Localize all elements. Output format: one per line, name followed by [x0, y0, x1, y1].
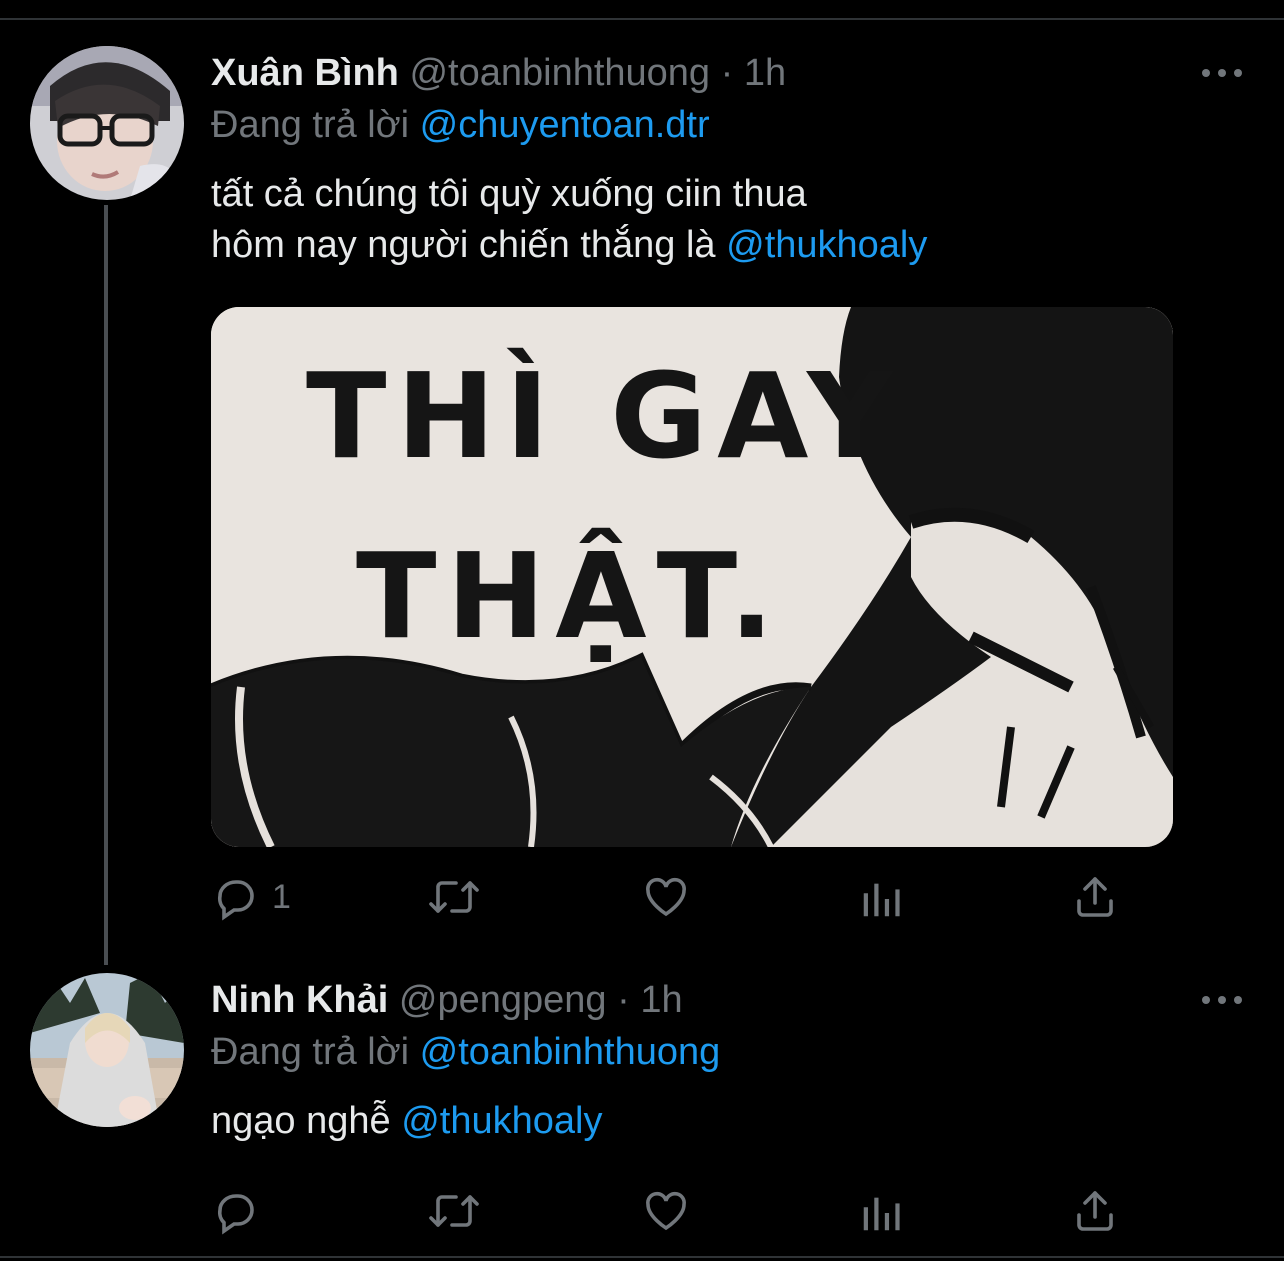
reply-icon	[217, 1194, 254, 1235]
reply-count: 1	[272, 877, 291, 916]
analytics-button[interactable]	[858, 1188, 904, 1238]
display-name[interactable]: Ninh Khải	[211, 979, 388, 1021]
like-button[interactable]	[641, 1186, 691, 1236]
share-button[interactable]	[1071, 872, 1119, 922]
share-icon	[1077, 877, 1113, 917]
media-caption-line-1: THÌ GAY	[306, 347, 903, 485]
mention-link[interactable]: @thukhoaly	[726, 224, 927, 266]
separator: ·	[617, 979, 630, 1021]
top-divider	[0, 18, 1284, 20]
tweet-header: Xuân Bình @toanbinhthuong · 1h	[211, 50, 786, 96]
tweet-text-segment: hôm nay người chiến thắng là	[211, 224, 716, 266]
more-icon[interactable]	[1202, 66, 1242, 80]
retweet-icon	[429, 881, 479, 913]
tweet-media-image[interactable]: THÌ GAY THẬT.	[211, 307, 1173, 847]
tweet-text-line-2: hôm nay người chiến thắng là @thukhoaly	[211, 218, 927, 272]
replying-mention-link[interactable]: @chuyentoan.dtr	[420, 104, 710, 146]
avatar[interactable]	[30, 46, 184, 200]
media-caption-line-2: THẬT.	[356, 527, 784, 665]
analytics-button[interactable]	[858, 874, 904, 924]
like-icon	[646, 877, 686, 917]
timestamp[interactable]: 1h	[744, 52, 786, 94]
reply-icon	[217, 880, 254, 921]
reply-button[interactable]	[212, 1186, 272, 1236]
share-icon	[1077, 1191, 1113, 1231]
retweet-button[interactable]	[426, 1186, 482, 1236]
like-icon	[646, 1191, 686, 1231]
mention-link[interactable]: @thukhoaly	[401, 1100, 602, 1142]
tweet-text-segment: ngạo nghễ	[211, 1100, 391, 1142]
replying-to: Đang trả lời @toanbinhthuong	[211, 1029, 720, 1075]
analytics-icon	[863, 883, 900, 917]
replying-to: Đang trả lời @chuyentoan.dtr	[211, 102, 710, 148]
tweet-text-line-1: tất cả chúng tôi quỳ xuống ciin thua	[211, 173, 807, 215]
timestamp[interactable]: 1h	[640, 979, 682, 1021]
user-handle[interactable]: @toanbinhthuong	[409, 52, 710, 94]
reply-button[interactable]: 1	[212, 872, 291, 922]
replying-mention-link[interactable]: @toanbinhthuong	[420, 1031, 721, 1073]
replying-prefix: Đang trả lời	[211, 1031, 410, 1073]
separator: ·	[720, 52, 734, 94]
bottom-divider	[0, 1256, 1284, 1258]
analytics-icon	[863, 1197, 900, 1231]
avatar[interactable]	[30, 973, 184, 1127]
share-button[interactable]	[1071, 1186, 1119, 1236]
more-icon[interactable]	[1202, 993, 1242, 1007]
tweet-header: Ninh Khải @pengpeng · 1h	[211, 977, 683, 1023]
tweet-text: ngạo nghễ @thukhoaly	[211, 1094, 602, 1148]
retweet-button[interactable]	[426, 872, 482, 922]
user-handle[interactable]: @pengpeng	[399, 979, 607, 1021]
like-button[interactable]	[641, 872, 691, 922]
replying-prefix: Đang trả lời	[211, 104, 410, 146]
thread-connector-line	[104, 205, 108, 965]
display-name[interactable]: Xuân Bình	[211, 52, 399, 94]
retweet-icon	[429, 1195, 479, 1227]
